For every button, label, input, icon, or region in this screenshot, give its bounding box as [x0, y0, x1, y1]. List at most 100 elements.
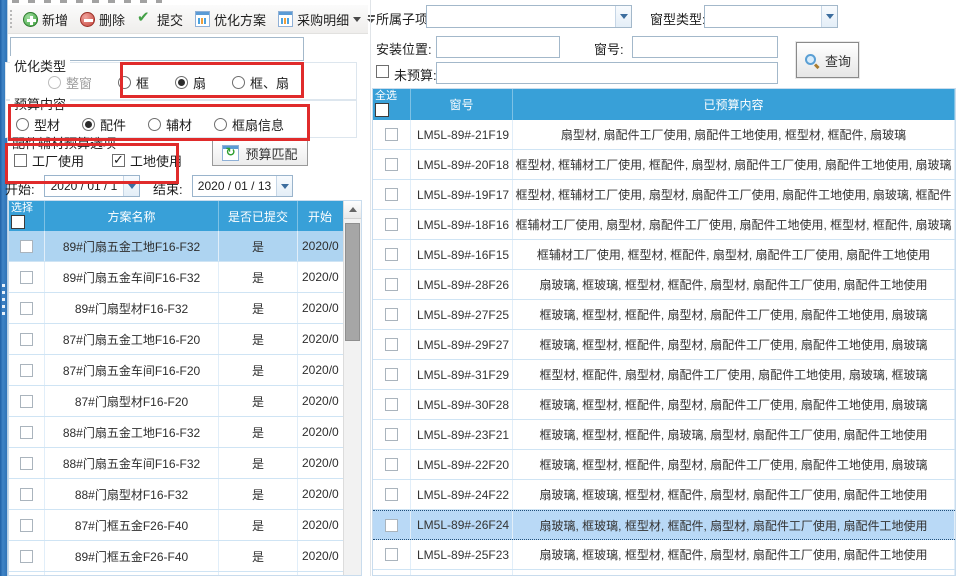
checkbox-option[interactable]: 工地使用 — [112, 151, 182, 170]
table-row[interactable]: 89#门扇五金工地F16-F32 是 2020/0 — [9, 231, 361, 262]
row-checkbox[interactable] — [20, 333, 33, 346]
table-row[interactable]: LM5L-89#-26F24 扇玻璃, 框玻璃, 框型材, 框配件, 扇型材, … — [373, 510, 955, 540]
table-row[interactable]: 89#门框五金F26-F40 是 2020/0 — [9, 541, 361, 572]
radio-option[interactable]: 辅材 — [148, 115, 192, 134]
row-checkbox[interactable] — [20, 457, 33, 470]
table-row[interactable]: 87#门框五金F26-F40 是 2020/0 — [9, 510, 361, 541]
table-row[interactable]: 87#门扇型材F16-F20 是 2020/0 — [9, 386, 361, 417]
submitted-cell: 是 — [219, 572, 298, 576]
toolbar-button[interactable]: 新增 — [17, 8, 74, 31]
scrollbar-thumb[interactable] — [345, 223, 360, 341]
checkbox-icon — [112, 154, 125, 167]
row-checkbox[interactable] — [20, 550, 33, 563]
row-checkbox[interactable] — [20, 426, 33, 439]
row-checkbox[interactable] — [385, 218, 398, 231]
table-row[interactable]: 87#门扇五金车间F16-F20 是 2020/0 — [9, 355, 361, 386]
table-row[interactable]: LM5L-89#-23F21 框玻璃, 框型材, 框配件, 扇玻璃, 扇型材, … — [373, 420, 955, 450]
sub-item-combobox[interactable] — [426, 5, 632, 28]
budgeted-content-column-header[interactable]: 已预算内容 — [513, 89, 955, 120]
table-row[interactable]: 88#门框五金F21-F40 是 2020/0 — [9, 572, 361, 576]
toolbar-button[interactable]: 删除 — [74, 8, 131, 31]
row-checkbox[interactable] — [385, 338, 398, 351]
row-checkbox[interactable] — [20, 271, 33, 284]
end-date-picker[interactable]: 2020 / 01 / 13 — [192, 175, 293, 197]
start-date-dropdown-button[interactable] — [123, 176, 139, 196]
radio-option[interactable]: 型材 — [16, 115, 60, 134]
table-row[interactable]: LM5L-89#-21F19 扇型材, 扇配件工厂使用, 扇配件工地使用, 框型… — [373, 120, 955, 150]
row-checkbox[interactable] — [20, 395, 33, 408]
row-checkbox[interactable] — [385, 398, 398, 411]
table-row[interactable]: LM5L-89#-27F25 框玻璃, 框型材, 框配件, 扇型材, 扇配件工厂… — [373, 300, 955, 330]
row-checkbox[interactable] — [385, 488, 398, 501]
submitted-column-header[interactable]: 是否已提交 — [219, 201, 298, 231]
toolbar-overflow-button[interactable] — [367, 8, 375, 30]
budget-match-button[interactable]: 预算匹配 — [212, 140, 308, 166]
table-row[interactable]: LM5L-89#-22F20 框玻璃, 框型材, 框配件, 扇型材, 扇配件工厂… — [373, 450, 955, 480]
table-row[interactable]: LM5L-89#-19F17 框型材, 框辅材工厂使用, 扇型材, 扇配件工厂使… — [373, 180, 955, 210]
toolbar-button[interactable]: 采购明细 — [272, 8, 367, 31]
toolbar-grip[interactable] — [10, 10, 12, 28]
table-row[interactable]: 89#门扇型材F16-F32 是 2020/0 — [9, 293, 361, 324]
table-row[interactable]: 87#门扇五金工地F16-F20 是 2020/0 — [9, 324, 361, 355]
radio-option[interactable]: 整窗 — [48, 73, 92, 92]
table-row[interactable]: LM5L-89#-20F18 框型材, 框辅材工厂使用, 框配件, 扇型材, 扇… — [373, 150, 955, 180]
query-button[interactable]: 查询 — [796, 42, 859, 78]
row-checkbox[interactable] — [385, 548, 398, 561]
no-budget-checkbox[interactable] — [376, 65, 389, 78]
radio-option[interactable]: 框扇信息 — [214, 115, 284, 134]
table-row[interactable]: 88#门扇五金工地F16-F32 是 2020/0 — [9, 417, 361, 448]
row-checkbox[interactable] — [385, 458, 398, 471]
table-row-partial[interactable] — [373, 570, 955, 576]
select-all-checkbox[interactable] — [375, 103, 389, 117]
row-checkbox[interactable] — [20, 488, 33, 501]
row-checkbox[interactable] — [385, 188, 398, 201]
row-checkbox[interactable] — [385, 368, 398, 381]
select-all-checkbox[interactable] — [11, 215, 25, 229]
scroll-up-button[interactable] — [344, 201, 361, 219]
window-type-combobox[interactable] — [704, 5, 838, 28]
plan-table-header: 选择 方案名称 是否已提交 开始 — [9, 201, 361, 231]
install-position-input[interactable] — [436, 36, 560, 58]
end-date-dropdown-button[interactable] — [276, 176, 292, 196]
toolbar-button[interactable]: 优化方案 — [189, 8, 272, 31]
toolbar-button[interactable]: 提交 — [131, 8, 189, 31]
row-checkbox[interactable] — [385, 428, 398, 441]
budgeted-content-cell: 框玻璃, 框型材, 框配件, 扇型材, 扇配件工厂使用, 扇配件工地使用, 扇玻… — [513, 300, 955, 329]
table-row[interactable]: 89#门扇五金车间F16-F32 是 2020/0 — [9, 262, 361, 293]
table-row[interactable]: LM5L-89#-30F28 框玻璃, 框型材, 框配件, 扇型材, 扇配件工厂… — [373, 390, 955, 420]
table-row[interactable]: LM5L-89#-16F15 框辅材工厂使用, 框型材, 框配件, 扇型材, 扇… — [373, 240, 955, 270]
row-checkbox[interactable] — [385, 308, 398, 321]
window-type-dropdown-button[interactable] — [821, 6, 837, 27]
table-row[interactable]: LM5L-89#-25F23 扇玻璃, 框玻璃, 框型材, 框配件, 扇型材, … — [373, 540, 955, 570]
row-checkbox[interactable] — [385, 128, 398, 141]
no-budget-input[interactable] — [436, 62, 778, 84]
row-checkbox[interactable] — [20, 519, 33, 532]
radio-option[interactable]: 框 — [118, 73, 149, 92]
window-no-input[interactable] — [632, 36, 778, 58]
splitter-handle[interactable] — [2, 284, 5, 318]
window-no-column-header[interactable]: 窗号 — [411, 89, 513, 120]
row-checkbox[interactable] — [385, 158, 398, 171]
sub-item-dropdown-button[interactable] — [615, 6, 631, 27]
row-checkbox[interactable] — [385, 278, 398, 291]
radio-option[interactable]: 配件 — [82, 115, 126, 134]
start-column-header[interactable]: 开始 — [298, 201, 346, 231]
table-row[interactable]: 88#门扇五金车间F16-F32 是 2020/0 — [9, 448, 361, 479]
table-row[interactable]: LM5L-89#-29F27 框玻璃, 框型材, 框配件, 扇型材, 扇配件工厂… — [373, 330, 955, 360]
table-row[interactable]: LM5L-89#-18F16 框辅材工厂使用, 扇型材, 扇配件工厂使用, 扇配… — [373, 210, 955, 240]
radio-option[interactable]: 框、扇 — [232, 73, 289, 92]
vertical-scrollbar[interactable] — [343, 201, 361, 575]
row-checkbox[interactable] — [385, 519, 398, 532]
start-date-picker[interactable]: 2020 / 01 / 1 — [44, 175, 140, 197]
row-checkbox[interactable] — [20, 240, 33, 253]
checkbox-option[interactable]: 工厂使用 — [14, 151, 84, 170]
row-checkbox[interactable] — [385, 248, 398, 261]
table-row[interactable]: LM5L-89#-24F22 扇玻璃, 框玻璃, 框型材, 框配件, 扇型材, … — [373, 480, 955, 510]
row-checkbox[interactable] — [20, 302, 33, 315]
row-checkbox[interactable] — [20, 364, 33, 377]
plan-name-column-header[interactable]: 方案名称 — [45, 201, 219, 231]
table-row[interactable]: 88#门扇型材F16-F32 是 2020/0 — [9, 479, 361, 510]
table-row[interactable]: LM5L-89#-31F29 框型材, 框配件, 扇型材, 扇配件工厂使用, 扇… — [373, 360, 955, 390]
table-row[interactable]: LM5L-89#-28F26 扇玻璃, 框玻璃, 框型材, 框配件, 扇型材, … — [373, 270, 955, 300]
radio-option[interactable]: 扇 — [175, 73, 206, 92]
